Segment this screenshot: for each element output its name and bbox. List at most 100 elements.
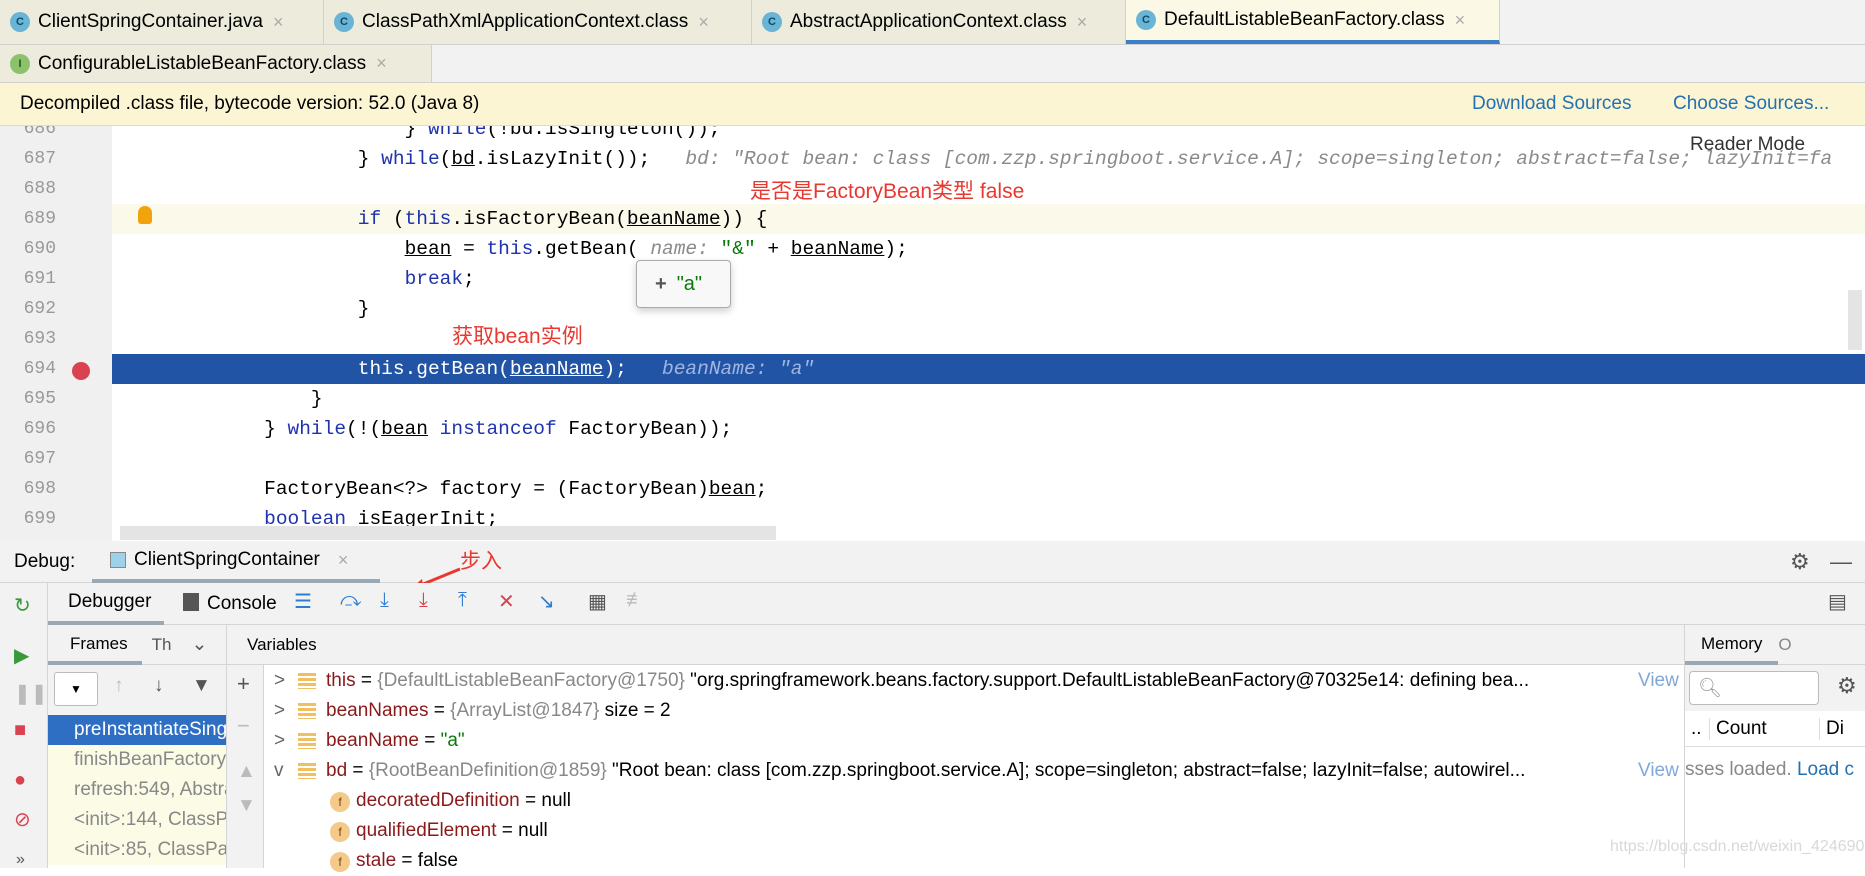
tab-overhead[interactable]: O [1778, 635, 1791, 655]
debug-session-tab[interactable]: ClientSpringContainer × [92, 541, 380, 583]
evaluate-expression-icon[interactable]: ▦ [588, 589, 607, 614]
code-line[interactable]: } while(!bd.isSingleton()); [112, 126, 1865, 144]
view-link[interactable]: View [1638, 666, 1679, 696]
up-arrow-icon[interactable]: ↑ [114, 675, 124, 697]
more-icon[interactable]: » [16, 851, 25, 869]
variable-value: "a" [440, 730, 465, 751]
frame-item[interactable]: finishBeanFactoryInitialization [48, 745, 226, 775]
code-line[interactable]: } [112, 384, 1865, 414]
close-icon[interactable]: × [338, 550, 349, 571]
expand-toggle-icon[interactable]: > [274, 666, 285, 696]
stop-icon[interactable]: ■ [14, 719, 26, 742]
variable-row[interactable]: > beanNames = {ArrayList@1847} size = 2 [274, 696, 671, 726]
minimize-icon[interactable]: — [1830, 549, 1852, 575]
code-line[interactable]: FactoryBean<?> factory = (FactoryBean)be… [112, 474, 1865, 504]
close-icon[interactable]: × [1455, 10, 1466, 31]
tab-frames[interactable]: Frames [48, 625, 142, 665]
column-class[interactable]: .. [1685, 718, 1709, 740]
tab-configurable-listable-bean-factory[interactable]: I ConfigurableListableBeanFactory.class × [0, 45, 432, 82]
code-line[interactable]: break; [112, 264, 1865, 294]
code-line[interactable]: if (this.isFactoryBean(beanName)) { [112, 204, 1865, 234]
settings-gear-icon[interactable]: ⚙ [1790, 549, 1810, 575]
close-icon[interactable]: × [1077, 12, 1088, 33]
close-icon[interactable]: × [376, 53, 387, 74]
code-line[interactable]: } [112, 294, 1865, 324]
tab-abstract-app-context[interactable]: C AbstractApplicationContext.class × [752, 0, 1126, 44]
plus-icon[interactable]: + [655, 273, 667, 296]
column-diff[interactable]: Di [1819, 717, 1844, 740]
drop-frame-icon[interactable]: ✕ [498, 589, 515, 614]
variable-row[interactable]: > this = {DefaultListableBeanFactory@1750… [274, 666, 1630, 696]
expand-toggle-icon[interactable]: v [274, 756, 284, 786]
step-out-icon[interactable]: ⤒ [458, 589, 467, 612]
code-token: break [404, 268, 464, 290]
breakpoint-icon[interactable] [72, 362, 90, 380]
pause-icon[interactable]: ❚❚ [14, 681, 48, 706]
remove-watch-icon[interactable]: − [237, 713, 250, 739]
trace-icon[interactable]: ≢ [626, 589, 646, 612]
view-breakpoints-icon[interactable]: ● [14, 769, 26, 792]
code-line[interactable]: this.getBean(beanName); beanName: "a" [112, 354, 1865, 384]
variable-row[interactable]: > beanName = "a" [274, 726, 465, 756]
step-over-icon[interactable]: ⤼ [340, 589, 361, 612]
tab-client-spring-container[interactable]: C ClientSpringContainer.java × [0, 0, 324, 44]
close-icon[interactable]: × [698, 12, 709, 33]
memory-search-input[interactable]: 🔍︎ [1689, 671, 1819, 705]
code-line[interactable] [112, 324, 1865, 354]
tab-default-listable-bean-factory[interactable]: C DefaultListableBeanFactory.class × [1126, 0, 1500, 44]
lightbulb-icon[interactable] [138, 206, 152, 224]
variable-row[interactable]: f stale = false [330, 846, 458, 876]
frame-item[interactable]: <init>:144, ClassPathXmlApplicationConte… [48, 805, 226, 835]
variable-icon [298, 672, 316, 689]
expand-toggle-icon[interactable]: > [274, 726, 285, 756]
line-number: 686 [23, 126, 56, 139]
down-arrow-icon[interactable]: ↓ [154, 675, 164, 697]
view-link[interactable]: View [1638, 756, 1679, 786]
debugger-toolbar: Debugger Console ☰ ⤼ ⤓ ⤓ ⤒ ✕ ↘ ▦ ≢ ▤ [48, 583, 1865, 625]
add-watch-icon[interactable]: + [237, 671, 250, 697]
choose-sources-link[interactable]: Choose Sources... [1673, 93, 1829, 115]
frame-item[interactable]: refresh:549, AbstractApplicationContext [48, 775, 226, 805]
tab-console[interactable]: Console [183, 593, 277, 615]
tab-memory[interactable]: Memory [1685, 625, 1779, 665]
code-line[interactable]: bean = this.getBean( name: "&" + beanNam… [112, 234, 1865, 264]
tab-debugger[interactable]: Debugger [48, 583, 164, 625]
column-count[interactable]: Count [1709, 717, 1819, 740]
vertical-scrollbar[interactable] [1848, 290, 1862, 350]
run-to-cursor-icon[interactable]: ↘ [538, 589, 555, 614]
layout-icon[interactable]: ▤ [1828, 589, 1847, 614]
rerun-icon[interactable]: ↻ [14, 593, 31, 618]
variable-row[interactable]: f decoratedDefinition = null [330, 786, 571, 816]
horizontal-scrollbar[interactable] [120, 526, 776, 540]
variable-name: bd [326, 760, 348, 781]
reader-mode-button[interactable]: Reader Mode [1690, 134, 1805, 156]
resume-icon[interactable]: ▶ [14, 643, 29, 668]
code-line[interactable] [112, 444, 1865, 474]
code-line[interactable]: } while(bd.isLazyInit()); bd: "Root bean… [112, 144, 1865, 174]
tab-threads[interactable]: Th [152, 635, 172, 655]
move-up-icon[interactable]: ▲ [237, 761, 256, 783]
close-icon[interactable]: × [273, 12, 284, 33]
move-down-icon[interactable]: ▼ [237, 795, 256, 817]
expand-toggle-icon[interactable]: > [274, 696, 285, 726]
mute-breakpoints-icon[interactable]: ⊘ [14, 807, 31, 832]
show-execution-point-icon[interactable]: ☰ [294, 589, 312, 614]
load-classes-link[interactable]: Load c [1797, 759, 1854, 780]
frame-item[interactable]: preInstantiateSingletons [48, 715, 226, 745]
step-into-icon[interactable]: ⤓ [380, 589, 389, 612]
force-step-into-icon[interactable]: ⤓ [419, 589, 428, 612]
memory-settings-icon[interactable]: ⚙ [1837, 673, 1857, 699]
thread-dropdown[interactable]: ▼ [54, 672, 98, 706]
class-icon: C [10, 12, 30, 32]
download-sources-link[interactable]: Download Sources [1472, 93, 1631, 115]
variable-row[interactable]: v bd = {RootBeanDefinition@1859} "Root be… [274, 756, 1630, 786]
tab-classpath-xml[interactable]: C ClassPathXmlApplicationContext.class × [324, 0, 752, 44]
frame-item[interactable]: <init>:85, ClassPathXmlApplicationContex… [48, 835, 226, 865]
chevron-down-icon[interactable]: ⌄ [191, 633, 207, 656]
variable-type: {ArrayList@1847} [450, 700, 600, 721]
filter-icon[interactable]: ▼ [192, 675, 211, 697]
code-line[interactable]: } while(!(bean instanceof FactoryBean)); [112, 414, 1865, 444]
variable-row[interactable]: f qualifiedElement = null [330, 816, 548, 846]
